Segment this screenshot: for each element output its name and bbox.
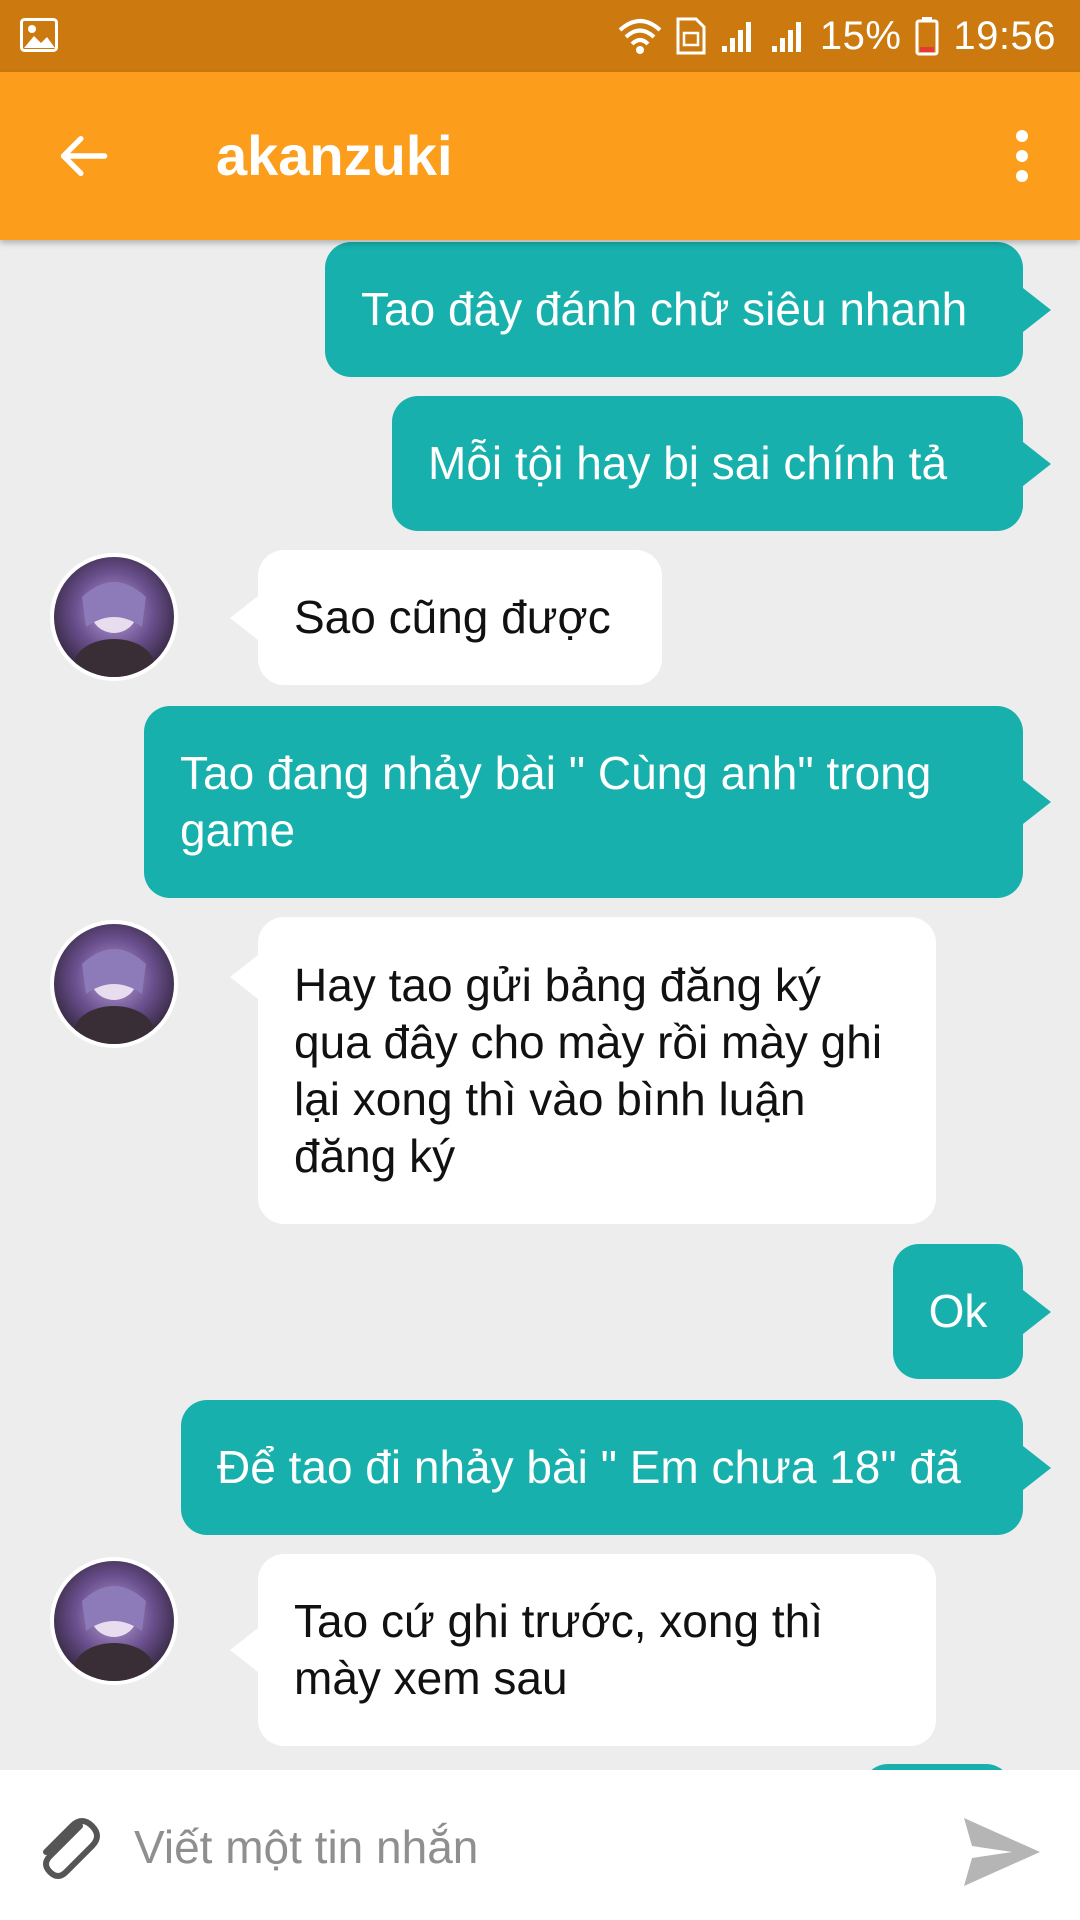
contact-avatar[interactable] <box>50 920 178 1048</box>
incoming-message[interactable]: Tao cứ ghi trước, xong thì mày xem sau <box>230 1554 936 1746</box>
gallery-icon <box>20 18 58 52</box>
message-text: Mỗi tội hay bị sai chính tả <box>428 437 948 489</box>
message-list[interactable]: Tao đây đánh chữ siêu nhanh Mỗi tội hay … <box>0 240 1080 1770</box>
chat-title: akanzuki <box>216 124 453 187</box>
message-text: Tao đang nhảy bài " Cùng anh" trong game <box>180 747 932 856</box>
contact-avatar[interactable] <box>50 553 178 681</box>
status-icons: 15% 19:56 <box>618 12 1056 60</box>
app-bar: akanzuki <box>0 72 1080 240</box>
message-text: Sao cũng được <box>294 591 611 643</box>
paperclip-icon[interactable] <box>26 1808 106 1888</box>
status-bar: 15% 19:56 <box>0 0 1080 72</box>
more-vertical-icon <box>1016 130 1028 182</box>
message-input[interactable] <box>132 1806 916 1888</box>
message-text: Ok <box>928 1285 988 1337</box>
signal-icon <box>771 22 801 52</box>
send-icon[interactable] <box>960 1812 1044 1892</box>
clock: 19:56 <box>953 13 1056 58</box>
incoming-message[interactable]: Sao cũng được <box>230 550 662 685</box>
back-button[interactable] <box>48 124 118 188</box>
message-text: Hay tao gửi bảng đăng ký qua đây cho mày… <box>294 959 883 1182</box>
sim-icon <box>676 17 706 55</box>
outgoing-message[interactable]: Ok <box>893 1244 1051 1379</box>
arrow-left-icon <box>60 135 108 177</box>
outgoing-message[interactable]: Tao đây đánh chữ siêu nhanh <box>325 242 1051 377</box>
battery-icon <box>915 17 939 56</box>
signal-icon <box>721 22 751 52</box>
battery-percentage: 15% <box>819 13 902 58</box>
outgoing-message[interactable]: Mỗi tội hay bị sai chính tả <box>392 396 1051 531</box>
message-text: Tao đây đánh chữ siêu nhanh <box>361 283 968 335</box>
outgoing-message[interactable]: Để tao đi nhảy bài " Em chưa 18" đã <box>181 1400 1051 1535</box>
incoming-message[interactable]: Hay tao gửi bảng đăng ký qua đây cho mày… <box>230 917 936 1224</box>
message-text: Để tao đi nhảy bài " Em chưa 18" đã <box>217 1441 961 1493</box>
message-text: Tao cứ ghi trước, xong thì mày xem sau <box>294 1595 823 1704</box>
outgoing-message[interactable]: Tao đang nhảy bài " Cùng anh" trong game <box>144 706 1051 898</box>
wifi-icon <box>618 19 662 54</box>
message-composer <box>0 1770 1080 1920</box>
overflow-menu-button[interactable] <box>984 118 1060 194</box>
contact-avatar[interactable] <box>50 1557 178 1685</box>
